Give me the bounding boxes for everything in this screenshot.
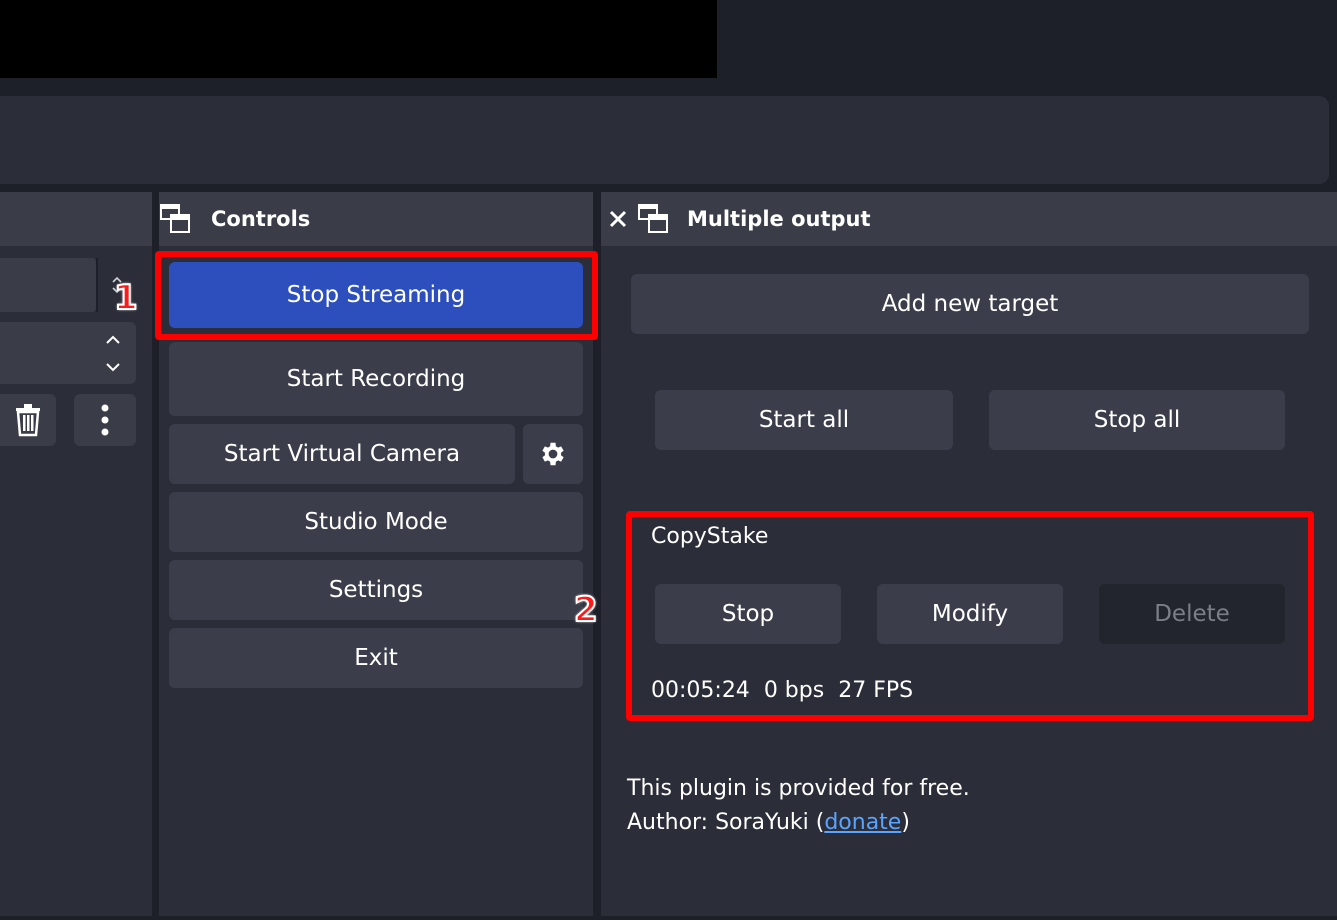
multiple-output-dock-title: Multiple output (687, 207, 871, 231)
annotation-marker-2: 2 (573, 589, 599, 631)
controls-dock-header: Controls (159, 192, 593, 246)
controls-dock-title: Controls (211, 207, 311, 231)
stop-all-button[interactable]: Stop all (989, 390, 1285, 450)
multiple-output-dock-header: Multiple output (601, 192, 1337, 246)
target-stop-button[interactable]: Stop (655, 584, 841, 644)
settings-button[interactable]: Settings (169, 560, 583, 620)
studio-mode-button[interactable]: Studio Mode (169, 492, 583, 552)
target-modify-button[interactable]: Modify (877, 584, 1063, 644)
stop-streaming-button[interactable]: Stop Streaming (169, 262, 583, 328)
start-recording-button[interactable]: Start Recording (169, 342, 583, 416)
fps: 27 FPS (838, 678, 914, 703)
select-arrows[interactable] (96, 326, 130, 380)
donate-link[interactable]: donate (824, 810, 901, 835)
chevron-up-icon[interactable] (105, 334, 121, 346)
delete-source-button[interactable] (0, 394, 56, 446)
author-prefix: Author: SoraYuki ( (627, 810, 825, 835)
preview-area (0, 0, 717, 78)
more-options-button[interactable] (74, 394, 136, 446)
author-suffix: ) (901, 810, 910, 835)
kebab-menu-icon (101, 404, 109, 436)
start-virtual-camera-button[interactable]: Start Virtual Camera (169, 424, 515, 484)
virtual-camera-settings-button[interactable] (523, 424, 583, 484)
undock-icon[interactable] (637, 203, 669, 235)
start-all-button[interactable]: Start all (655, 390, 953, 450)
left-dock-header (0, 192, 152, 246)
left-property-field[interactable] (0, 258, 96, 312)
trash-icon (16, 404, 40, 437)
plugin-free-notice: This plugin is provided for free. (627, 776, 970, 801)
bitrate: 0 bps (763, 678, 825, 703)
undock-icon[interactable] (159, 203, 191, 235)
author-line: Author: SoraYuki (donate) (627, 810, 910, 835)
top-toolbar-area (0, 96, 1329, 184)
target-name: CopyStake (651, 524, 769, 549)
exit-button[interactable]: Exit (169, 628, 583, 688)
annotation-marker-1: 1 (113, 277, 139, 319)
target-delete-button: Delete (1099, 584, 1285, 644)
close-icon[interactable] (609, 210, 627, 228)
elapsed-time: 00:05:24 (651, 678, 750, 703)
chevron-down-icon[interactable] (105, 361, 121, 373)
gear-icon (542, 442, 564, 466)
add-new-target-button[interactable]: Add new target (631, 274, 1309, 334)
target-status: 00:05:24 0 bps 27 FPS (651, 678, 913, 703)
